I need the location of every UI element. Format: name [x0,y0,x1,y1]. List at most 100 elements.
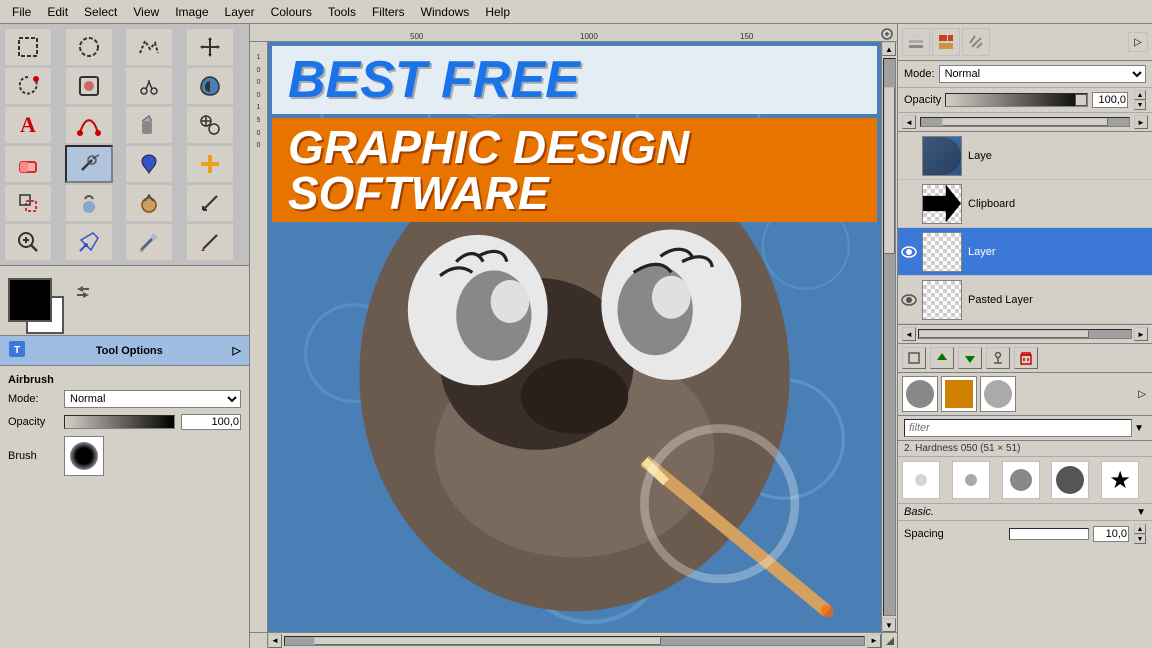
filter-dropdown-icon[interactable]: ▼ [1132,421,1146,436]
brushes-collapse-btn[interactable]: ▷ [1136,387,1148,402]
layer-row-1[interactable]: Laye [898,132,1152,180]
tool-rect-select[interactable] [4,28,52,66]
opacity-down[interactable]: ▼ [1134,100,1146,110]
menu-view[interactable]: View [125,3,167,21]
tool-transform[interactable] [4,184,52,222]
layer-name-2: Clipboard [968,198,1015,210]
canvas-wrapper: 1 0 0 0 1 5 0 0 [250,42,897,632]
layers-hscroll-right[interactable]: ► [1134,327,1148,341]
tool-paint-brush[interactable] [125,223,173,261]
scroll-thumb-vertical[interactable] [884,87,895,254]
layer-thumb-1 [922,136,962,176]
layer-eye-2[interactable] [900,195,918,213]
scroll-down-button[interactable]: ▼ [882,618,896,632]
spacing-value[interactable]: 10,0 [1093,526,1129,542]
tool-ink[interactable] [125,145,173,183]
scroll-thumb-horizontal[interactable] [314,637,661,645]
tool-clone[interactable] [186,106,234,144]
gimp-canvas[interactable]: BEST FREE GRAPHIC DESIGN SOFTWARE [268,42,881,632]
mode-select-left[interactable]: Normal [64,390,241,408]
brush-preview-left[interactable] [64,436,104,476]
menu-select[interactable]: Select [76,3,125,21]
brush-preview-fg[interactable] [902,376,938,412]
opacity-slider-left[interactable] [64,415,175,429]
menu-filters[interactable]: Filters [364,3,413,21]
layer-eye-4[interactable] [900,291,918,309]
spacing-up[interactable]: ▲ [1134,524,1146,534]
delete-layer-button[interactable] [1014,347,1038,369]
scroll-up-button[interactable]: ▲ [882,42,896,56]
raise-layer-button[interactable] [930,347,954,369]
tool-heal[interactable] [186,145,234,183]
new-layer-button[interactable] [902,347,926,369]
layers-hscroll-thumb[interactable] [919,330,1089,338]
tool-smudge[interactable] [65,184,113,222]
layer-eye-3[interactable] [900,243,918,261]
brush-sample-1[interactable] [902,461,940,499]
lower-layer-button[interactable] [958,347,982,369]
spacing-down[interactable]: ▼ [1134,534,1146,544]
tool-pencil[interactable] [186,223,234,261]
brush-sample-5[interactable]: ★ [1101,461,1139,499]
rp-layers-icon[interactable] [902,28,930,56]
layers-hscroll-left[interactable]: ◄ [902,327,916,341]
menu-edit[interactable]: Edit [39,3,76,21]
menu-tools[interactable]: Tools [320,3,364,21]
tool-options-collapse[interactable]: ▷ [233,344,241,357]
brush-sample-3[interactable] [1002,461,1040,499]
tool-color-picker[interactable] [65,223,113,261]
brush-sample-2[interactable] [952,461,990,499]
foreground-color[interactable] [8,278,52,322]
brush-preview-orange[interactable] [941,376,977,412]
opacity-up[interactable]: ▲ [1134,90,1146,100]
opacity-value-left[interactable] [181,414,241,430]
tool-text[interactable]: A [4,106,52,144]
basic-collapse-icon[interactable]: ▼ [1136,507,1146,518]
layer-eye-1[interactable] [900,147,918,165]
layers-scroll-right[interactable]: ► [1134,115,1148,129]
menu-colours[interactable]: Colours [263,3,320,21]
layers-scroll-left[interactable]: ◄ [902,115,916,129]
brush-preview-gray[interactable] [980,376,1016,412]
anchor-layer-button[interactable] [986,347,1010,369]
menu-help[interactable]: Help [477,3,518,21]
opacity-value-right[interactable]: 100,0 [1092,92,1128,108]
brush-sample-4[interactable] [1051,461,1089,499]
layer-thumb-4 [922,280,962,320]
tool-ellipse-select[interactable] [65,28,113,66]
brushes-filter-input[interactable] [904,419,1132,437]
tool-fuzzy-select[interactable] [4,67,52,105]
rp-collapse-btn[interactable]: ▷ [1128,32,1148,52]
zoom-icon[interactable] [881,28,893,40]
tool-zoom[interactable] [4,223,52,261]
layer-row-2[interactable]: Clipboard [898,180,1152,228]
tool-measure[interactable] [186,184,234,222]
rp-brushes-icon[interactable] [932,28,960,56]
layers-scroll-thumb[interactable] [942,118,1108,126]
menu-layer[interactable]: Layer [217,3,263,21]
layer-row-4[interactable]: Pasted Layer [898,276,1152,324]
tool-paths[interactable] [65,106,113,144]
tool-color-select[interactable] [65,67,113,105]
menu-image[interactable]: Image [167,3,216,21]
opacity-slider-right[interactable] [945,93,1088,107]
tool-eraser[interactable] [4,145,52,183]
tool-dodge-burn[interactable] [125,184,173,222]
scroll-right-button[interactable]: ► [867,634,881,648]
tool-move[interactable] [186,28,234,66]
spacing-slider[interactable] [1009,528,1089,540]
rp-patterns-icon[interactable] [962,28,990,56]
color-swap-icon[interactable] [75,284,91,303]
tool-free-select[interactable] [125,28,173,66]
canvas-corner-right[interactable] [881,632,897,648]
tool-airbrush[interactable] [65,145,113,183]
scroll-left-button[interactable]: ◄ [268,634,282,648]
tool-iscissors[interactable] [125,67,173,105]
tool-paintbucket[interactable] [125,106,173,144]
menu-windows[interactable]: Windows [413,3,478,21]
layer-row-3[interactable]: Layer [898,228,1152,276]
ruler-left-mark: 0 [257,65,261,78]
mode-select-right[interactable]: Normal [939,65,1146,83]
menu-file[interactable]: File [4,3,39,21]
tool-foreground-select[interactable] [186,67,234,105]
